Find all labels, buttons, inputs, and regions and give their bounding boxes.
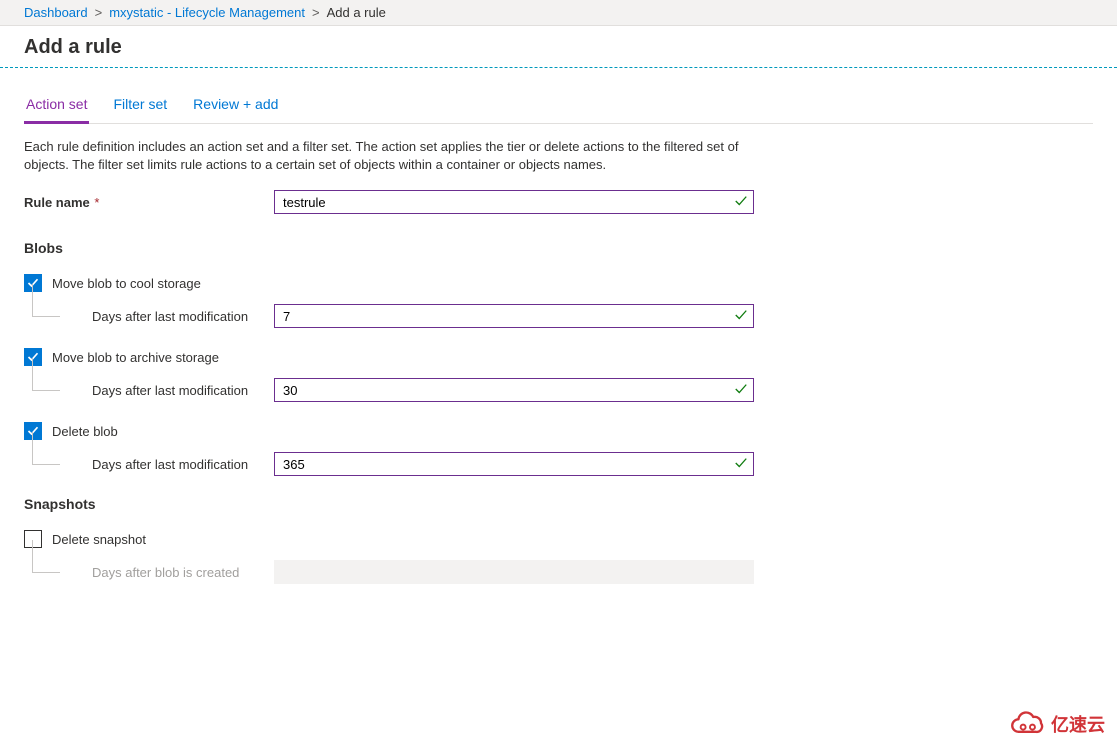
- check-icon: [734, 194, 748, 208]
- tree-connector: [24, 304, 68, 328]
- label-days-archive: Days after last modification: [68, 383, 274, 398]
- tab-underline: [24, 123, 1093, 124]
- tab-review-add[interactable]: Review + add: [191, 90, 280, 124]
- label-move-cool: Move blob to cool storage: [52, 276, 201, 291]
- rule-name-input[interactable]: [274, 190, 754, 214]
- checkbox-move-archive[interactable]: [24, 348, 42, 366]
- field-days-snapshot: [274, 560, 754, 584]
- rule-name-field: [274, 190, 754, 214]
- input-days-delete[interactable]: [274, 452, 754, 476]
- field-days-cool: [274, 304, 754, 328]
- watermark: 亿速云: [1007, 710, 1105, 738]
- check-icon: [734, 308, 748, 322]
- action-delete-snapshot: Delete snapshot Days after blob is creat…: [24, 530, 1093, 584]
- input-days-archive[interactable]: [274, 378, 754, 402]
- label-delete-blob: Delete blob: [52, 424, 118, 439]
- tabs: Action set Filter set Review + add: [24, 90, 1093, 124]
- section-head-snapshots: Snapshots: [24, 496, 1093, 512]
- tab-action-set[interactable]: Action set: [24, 90, 89, 124]
- action-cool: Move blob to cool storage Days after las…: [24, 274, 1093, 328]
- breadcrumb-current: Add a rule: [327, 5, 386, 20]
- check-icon: [734, 382, 748, 396]
- breadcrumb-lifecycle-mgmt[interactable]: mxystatic - Lifecycle Management: [109, 5, 305, 20]
- input-days-snapshot: [274, 560, 754, 584]
- section-head-blobs: Blobs: [24, 240, 1093, 256]
- label-delete-snapshot: Delete snapshot: [52, 532, 146, 547]
- title-area: Add a rule: [0, 26, 1117, 67]
- label-days-snapshot: Days after blob is created: [68, 565, 274, 580]
- action-archive: Move blob to archive storage Days after …: [24, 348, 1093, 402]
- dashed-separator: [0, 67, 1117, 68]
- content: Action set Filter set Review + add Each …: [0, 90, 1117, 584]
- watermark-text: 亿速云: [1051, 711, 1105, 737]
- form: Rule name * Blobs Move blob to cool stor…: [24, 190, 1093, 584]
- tree-connector: [24, 560, 68, 584]
- cloud-icon: [1007, 710, 1047, 738]
- action-delete-blob: Delete blob Days after last modification: [24, 422, 1093, 476]
- label-days-delete: Days after last modification: [68, 457, 274, 472]
- label-days-cool: Days after last modification: [68, 309, 274, 324]
- field-days-delete: [274, 452, 754, 476]
- checkbox-delete-snapshot[interactable]: [24, 530, 42, 548]
- rule-name-row: Rule name *: [24, 190, 1093, 214]
- page-title: Add a rule: [24, 36, 1093, 59]
- check-icon: [734, 456, 748, 470]
- breadcrumb-dashboard[interactable]: Dashboard: [24, 5, 88, 20]
- field-days-archive: [274, 378, 754, 402]
- tree-connector: [24, 378, 68, 402]
- breadcrumb: Dashboard > mxystatic - Lifecycle Manage…: [24, 5, 1093, 20]
- input-days-cool[interactable]: [274, 304, 754, 328]
- checkbox-delete-blob[interactable]: [24, 422, 42, 440]
- topbar: Dashboard > mxystatic - Lifecycle Manage…: [0, 0, 1117, 26]
- checkbox-move-cool[interactable]: [24, 274, 42, 292]
- rule-name-label: Rule name *: [24, 195, 274, 210]
- label-move-archive: Move blob to archive storage: [52, 350, 219, 365]
- tab-filter-set[interactable]: Filter set: [111, 90, 169, 124]
- description-text: Each rule definition includes an action …: [24, 138, 744, 174]
- chevron-right-icon: >: [312, 5, 320, 20]
- chevron-right-icon: >: [95, 5, 103, 20]
- tree-connector: [24, 452, 68, 476]
